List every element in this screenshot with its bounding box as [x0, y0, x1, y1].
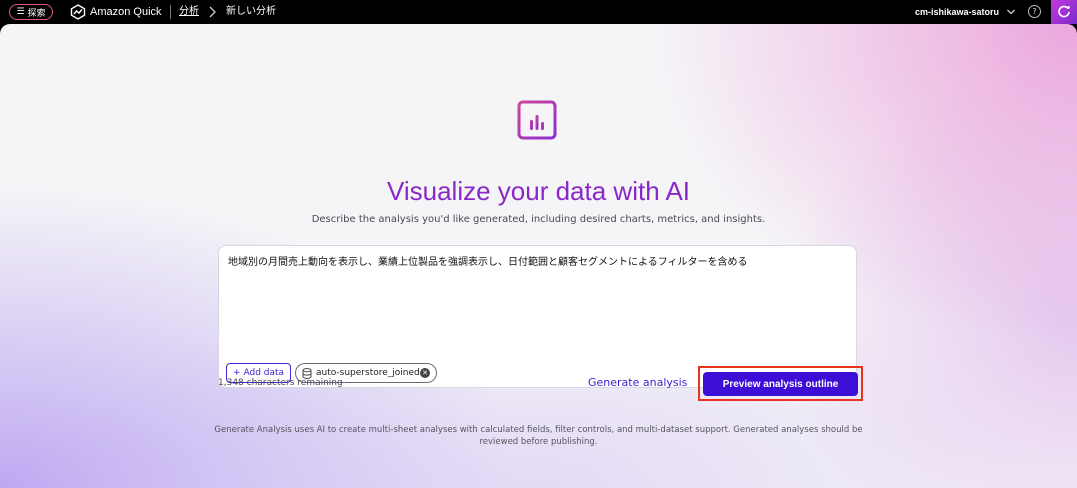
preview-analysis-outline-button[interactable]: Preview analysis outline — [703, 372, 858, 396]
characters-remaining: 1,348 characters remaining — [218, 378, 343, 388]
menu-icon: ☰ — [16, 6, 25, 17]
topbar-divider — [170, 5, 171, 19]
generate-analysis-button[interactable]: Generate analysis — [588, 375, 687, 391]
close-circle-icon[interactable]: ✕ — [420, 368, 430, 378]
amazon-quick-logo-icon[interactable] — [70, 4, 86, 20]
chart-window-icon — [517, 100, 557, 140]
page-title: Visualize your data with AI — [386, 176, 691, 206]
explore-label: 探索 — [27, 8, 46, 19]
account-menu[interactable]: cm-ishikawa-satoru — [915, 4, 999, 20]
prompt-input[interactable]: 地域別の月間売上動向を表示し、業績上位製品を強調表示し、日付範囲と顧客セグメント… — [228, 256, 848, 346]
explore-button[interactable]: ☰ 探索 — [9, 4, 53, 20]
assistant-button[interactable] — [1051, 0, 1077, 24]
assistant-icon — [1058, 5, 1070, 18]
page-subtitle: Describe the analysis you'd like generat… — [311, 214, 766, 225]
top-navigation-bar: ☰ 探索 Amazon Quick 分析 新しい分析 cm-ishikawa-s… — [0, 0, 1077, 24]
app-title[interactable]: Amazon Quick — [90, 4, 162, 20]
disclaimer-text: Generate Analysis uses AI to create mult… — [214, 425, 863, 447]
breadcrumb-analyses-link[interactable]: 分析 — [179, 4, 199, 20]
chevron-down-icon[interactable] — [1006, 7, 1016, 17]
chevron-right-icon — [209, 6, 216, 18]
breadcrumb-current: 新しい分析 — [226, 6, 276, 17]
help-circle-icon[interactable]: ? — [1028, 5, 1041, 18]
main-canvas: Visualize your data with AI Describe the… — [0, 24, 1077, 488]
